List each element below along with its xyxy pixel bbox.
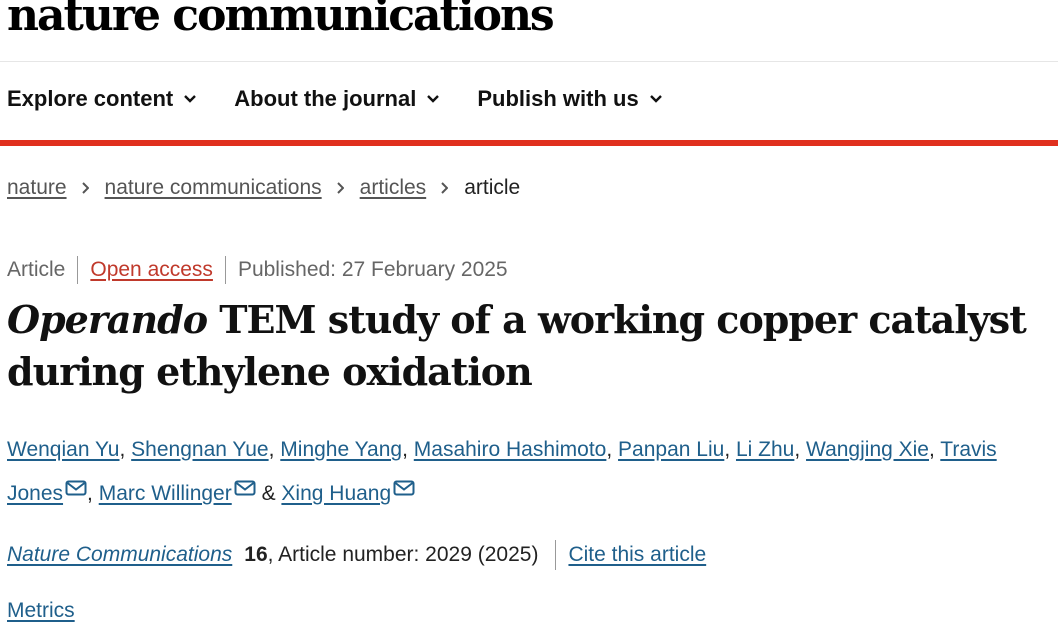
article-title: Operando TEM study of a working copper c… [7,294,1047,398]
author-link[interactable]: Shengnan Yue [131,438,268,461]
volume-number: 16 [244,543,268,566]
author-link[interactable]: Masahiro Hashimoto [414,438,607,461]
chevron-down-icon [649,95,662,103]
breadcrumb: nature nature communications articles ar… [7,176,520,200]
mail-icon[interactable] [234,480,256,496]
mail-icon[interactable] [393,480,415,496]
chevron-right-icon [336,182,344,194]
author-link[interactable]: Wangjing Xie [806,438,929,461]
author-separator: , [794,438,807,461]
author-link[interactable]: Panpan Liu [618,438,724,461]
chevron-down-icon [427,95,440,103]
author-separator: , [119,438,132,461]
author-list: Wenqian Yu, Shengnan Yue, Minghe Yang, M… [7,428,1055,516]
nav-item-label: Explore content [7,86,174,111]
breadcrumb-nature[interactable]: nature [7,176,67,200]
cite-this-article-link[interactable]: Cite this article [568,543,706,567]
meta-divider [224,256,226,284]
article-number: , Article number: 2029 (2025) [267,543,539,566]
author-link[interactable]: Wenqian Yu [7,438,120,461]
accent-bar [0,140,1058,146]
nav-about-journal[interactable]: About the journal [234,86,440,112]
nav-item-label: About the journal [234,86,417,111]
nav-publish-with-us[interactable]: Publish with us [477,86,662,112]
nav-explore-content[interactable]: Explore content [7,86,197,112]
author-link[interactable]: Li Zhu [736,438,794,461]
article-meta: Article Open access Published: 27 Februa… [7,256,508,284]
breadcrumb-current: article [464,176,521,199]
breadcrumb-nature-communications[interactable]: nature communications [105,176,322,200]
chevron-right-icon [81,182,89,194]
meta-divider [77,256,79,284]
author-separator: , [724,438,736,461]
citation-line: Nature Communications 16 , Article numbe… [7,540,706,570]
mail-icon[interactable] [65,480,87,496]
article-title-italic: Operando [7,297,208,342]
author-link[interactable]: Xing Huang [281,482,391,505]
author-link[interactable]: Marc Willinger [99,482,232,505]
author-and: & [255,482,282,505]
author-separator: , [929,438,941,461]
author-separator: , [402,438,414,461]
breadcrumb-articles[interactable]: articles [360,176,427,200]
open-access-link[interactable]: Open access [90,258,213,282]
chevron-right-icon [441,182,449,194]
site-logo[interactable]: nature communications [7,0,555,41]
journal-link[interactable]: Nature Communications [7,543,232,567]
metrics-link[interactable]: Metrics [7,599,75,623]
author-link[interactable]: Minghe Yang [280,438,402,461]
published-date: Published: 27 February 2025 [237,258,508,281]
article-type: Article [7,258,66,281]
nav-item-label: Publish with us [477,86,639,111]
main-nav: Explore content About the journal Publis… [7,86,700,112]
header-divider [0,61,1058,62]
author-separator: , [606,438,619,461]
author-separator: , [268,438,281,461]
citation-divider [555,540,557,570]
chevron-down-icon [184,95,197,103]
author-separator: , [87,482,99,505]
